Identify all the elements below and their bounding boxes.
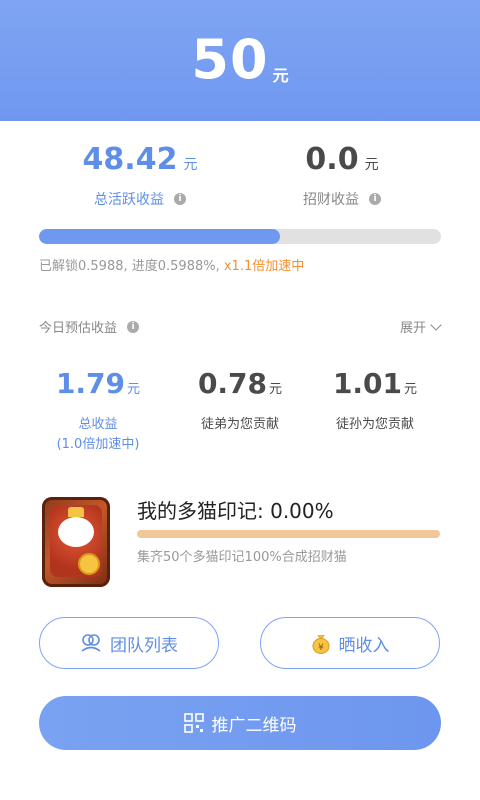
grand-apprentice-contribution-stat: 1.01 元 徒孙为您贡献 xyxy=(300,365,450,435)
info-icon[interactable]: i xyxy=(127,320,140,333)
show-income-label: 晒收入 xyxy=(338,635,390,656)
stat-unit: 元 xyxy=(127,382,141,397)
today-estimate-title: 今日预估收益 xyxy=(39,321,118,336)
fortune-earnings-label: 招财收益 xyxy=(303,192,359,208)
unlock-progress-fill xyxy=(39,229,280,244)
stat-value: 1.01 xyxy=(332,367,403,400)
progress-detail: 已解锁0.5988, 进度0.5988%, xyxy=(39,259,224,274)
today-estimate-header: 今日预估收益 i xyxy=(39,317,140,336)
qr-code-icon xyxy=(183,713,204,733)
earnings-page: 50 元 48.42 元 总活跃收益 i 0.0 元 招财收益 i 已解锁0.598… xyxy=(0,0,480,800)
stat-value: 1.79 xyxy=(55,367,126,400)
team-list-button[interactable]: 团队列表 xyxy=(39,617,219,669)
unlock-progress-bar xyxy=(39,229,441,244)
promo-qr-code-label: 推广二维码 xyxy=(211,715,297,736)
stat-label: 徒弟为您贡献 xyxy=(200,417,279,432)
apprentice-contribution-stat: 0.78 元 徒弟为您贡献 xyxy=(165,365,315,435)
cat-mark-description: 集齐50个多猫印记100%合成招财猫 xyxy=(137,550,347,565)
svg-text:¥: ¥ xyxy=(318,643,324,653)
fortune-earnings: 0.0 元 招财收益 i xyxy=(242,140,442,209)
stat-sub-label: (1.0倍加速中) xyxy=(56,437,140,452)
money-bag-icon: ¥ xyxy=(311,632,331,654)
chevron-down-icon xyxy=(430,318,442,331)
progress-text: 已解锁0.5988, 进度0.5988%, x1.1倍加速中 xyxy=(39,255,304,274)
header: 50 元 xyxy=(0,0,480,121)
stat-label: 总收益 xyxy=(78,417,118,432)
fortune-earnings-unit: 元 xyxy=(364,157,379,173)
cat-mark-progress-bar xyxy=(137,530,440,538)
active-earnings: 48.42 元 总活跃收益 i xyxy=(40,140,240,209)
info-icon[interactable]: i xyxy=(174,193,186,205)
stat-label: 徒孙为您贡献 xyxy=(335,417,414,432)
expand-label: 展开 xyxy=(399,321,426,336)
progress-speed: x1.1倍加速中 xyxy=(223,259,305,274)
active-earnings-label: 总活跃收益 xyxy=(94,192,164,208)
stat-unit: 元 xyxy=(404,382,418,397)
total-amount: 50 xyxy=(191,28,269,91)
active-earnings-value: 48.42 xyxy=(82,142,178,177)
team-list-label: 团队列表 xyxy=(110,635,178,656)
info-icon[interactable]: i xyxy=(369,193,381,205)
team-icon xyxy=(80,633,102,653)
expand-toggle[interactable]: 展开 xyxy=(399,317,442,336)
active-earnings-unit: 元 xyxy=(183,157,198,173)
cat-mark-title: 我的多猫印记: 0.00% xyxy=(137,499,334,523)
promo-qr-code-button[interactable]: 推广二维码 xyxy=(39,696,441,750)
fortune-earnings-value: 0.0 xyxy=(305,142,359,177)
lucky-cat-image xyxy=(42,497,110,587)
stat-value: 0.78 xyxy=(197,367,268,400)
total-amount-unit: 元 xyxy=(272,65,289,85)
stat-unit: 元 xyxy=(269,382,283,397)
total-income-stat: 1.79 元 总收益 (1.0倍加速中) xyxy=(23,365,173,455)
show-income-button[interactable]: ¥ 晒收入 xyxy=(260,617,440,669)
